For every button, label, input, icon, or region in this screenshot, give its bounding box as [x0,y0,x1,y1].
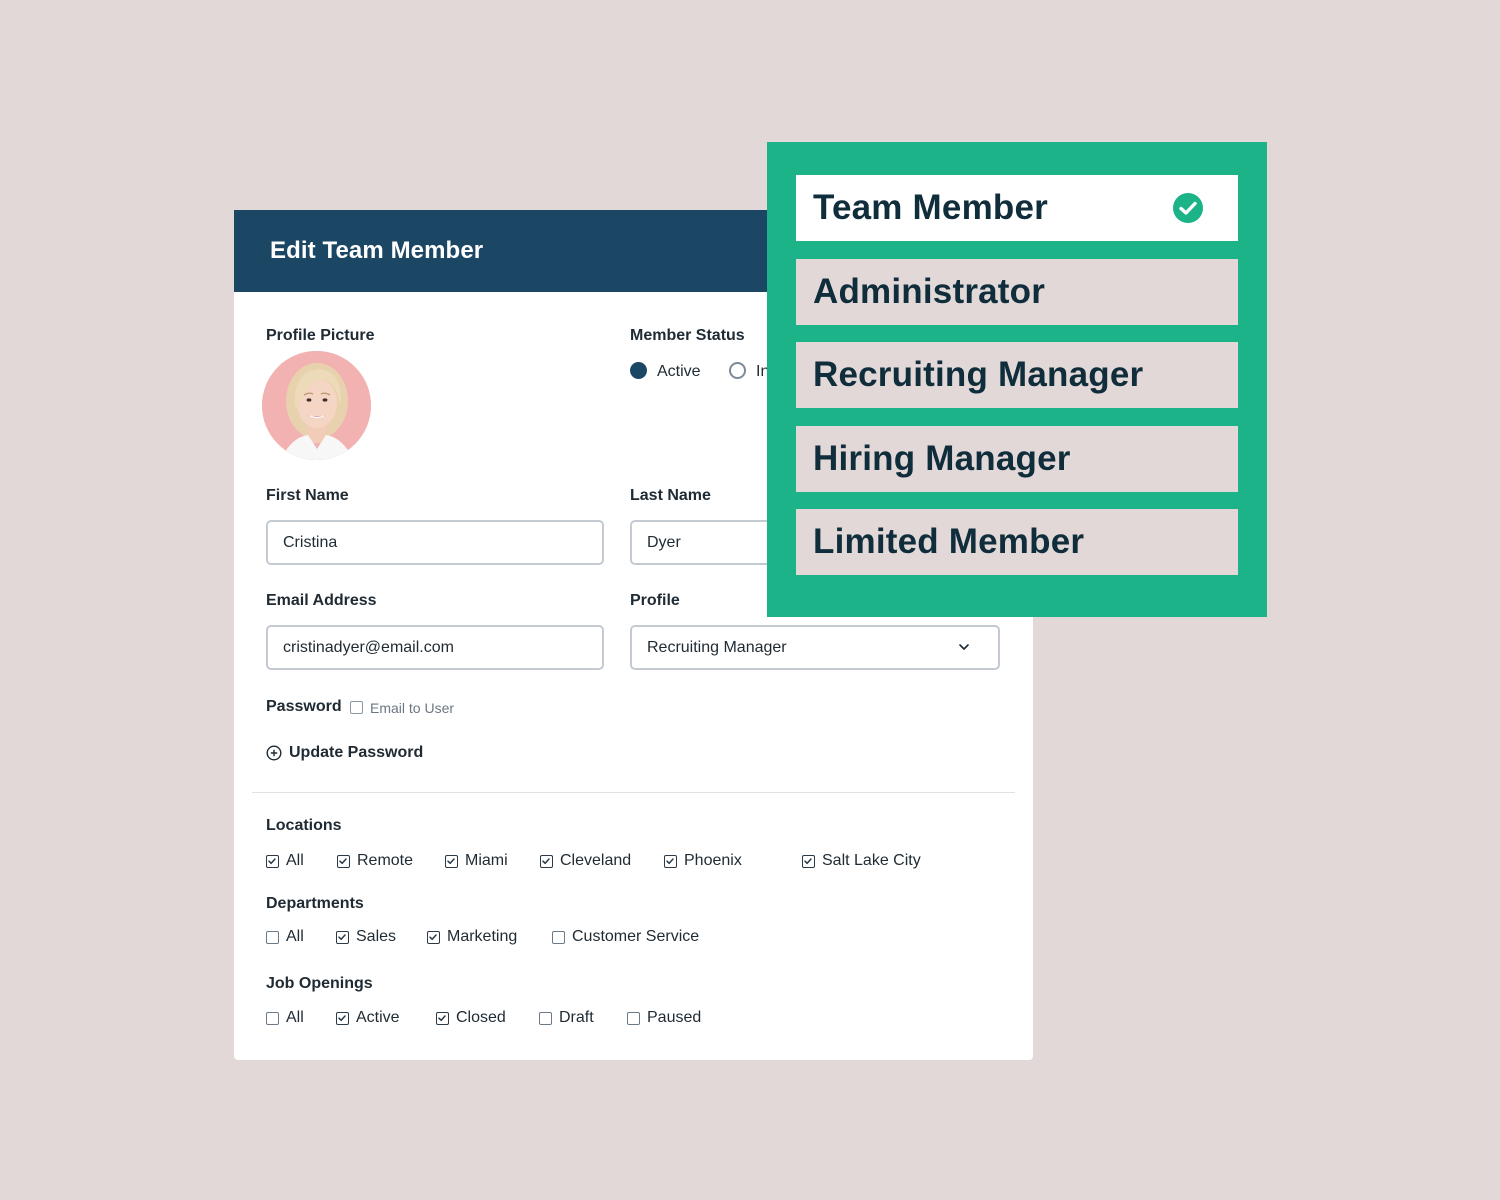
checkbox-active[interactable]: Active [336,1009,400,1027]
email-field[interactable]: cristinadyer@email.com [266,625,604,670]
checkbox-unchecked-icon[interactable] [266,1011,279,1025]
checkbox-unchecked-icon[interactable] [627,1011,640,1025]
checkbox-paused[interactable]: Paused [627,1009,701,1027]
checkbox-sales[interactable]: Sales [336,928,396,946]
checkbox-cleveland[interactable]: Cleveland [540,852,631,870]
avatar-portrait-icon [262,351,371,460]
profile-options-panel: Team Member Administrator Recruiting Man… [767,142,1267,617]
checkbox-checked-icon[interactable] [336,1011,349,1025]
profile-select[interactable]: Recruiting Manager [630,625,1000,670]
status-active-label: Active [657,363,701,380]
checkbox-label: Draft [559,1009,594,1026]
email-to-user-checkbox[interactable] [350,701,363,714]
profile-option-team-member[interactable]: Team Member [796,175,1238,241]
checkbox-checked-icon[interactable] [336,930,349,944]
checkbox-checked-icon[interactable] [436,1011,449,1025]
profile-option-hiring-manager[interactable]: Hiring Manager [796,426,1238,492]
locations-label: Locations [266,817,342,834]
checkbox-checked-icon[interactable] [664,854,677,868]
checkbox-checked-icon[interactable] [802,854,815,868]
profile-option-limited-member[interactable]: Limited Member [796,509,1238,575]
profile-select-value: Recruiting Manager [647,638,787,656]
chevron-down-icon [959,644,969,650]
password-label: Password [266,698,342,715]
checkbox-checked-icon[interactable] [445,854,458,868]
checkbox-phoenix[interactable]: Phoenix [664,852,742,870]
checkbox-label: Cleveland [560,852,632,869]
first-name-field[interactable]: Cristina [266,520,604,565]
checkbox-miami[interactable]: Miami [445,852,508,870]
checkbox-label: Active [356,1009,400,1026]
status-active-radio[interactable] [630,362,647,379]
checkbox-draft[interactable]: Draft [539,1009,594,1027]
profile-option-label: Recruiting Manager [813,355,1144,394]
update-password-label: Update Password [289,744,424,761]
checkbox-checked-icon[interactable] [337,854,350,868]
checkbox-label: All [286,928,304,945]
profile-option-recruiting-manager[interactable]: Recruiting Manager [796,342,1238,408]
checkbox-unchecked-icon[interactable] [539,1011,552,1025]
checkbox-label: Remote [357,852,414,869]
page-title: Edit Team Member [270,237,484,264]
checkbox-unchecked-icon[interactable] [266,930,279,944]
checkbox-checked-icon[interactable] [266,854,279,868]
profile-option-administrator[interactable]: Administrator [796,259,1238,325]
checkbox-closed[interactable]: Closed [436,1009,506,1027]
departments-label: Departments [266,895,364,912]
check-circle-icon [1173,193,1203,223]
checkbox-salt-lake-city[interactable]: Salt Lake City [802,852,921,870]
email-address-label: Email Address [266,592,377,609]
checkbox-remote[interactable]: Remote [337,852,413,870]
checkbox-label: Paused [647,1009,702,1026]
checkbox-label: Salt Lake City [822,852,921,869]
avatar[interactable] [262,351,371,460]
email-to-user-label: Email to User [370,700,455,716]
section-divider [252,792,1015,793]
checkbox-marketing[interactable]: Marketing [427,928,517,946]
profile-option-label: Limited Member [813,522,1085,561]
profile-option-label: Administrator [813,272,1046,311]
plus-circle-icon [266,745,282,761]
profile-picture-label: Profile Picture [266,327,375,344]
checkbox-label: All [286,852,304,869]
profile-option-label: Team Member [813,188,1048,227]
profile-option-label: Hiring Manager [813,439,1071,478]
last-name-label: Last Name [630,487,711,504]
member-status-label: Member Status [630,327,745,344]
checkbox-customer-service[interactable]: Customer Service [552,928,699,946]
update-password-button[interactable]: Update Password [266,744,423,762]
status-inactive-radio[interactable] [729,362,746,379]
checkbox-label: Phoenix [684,852,742,869]
checkbox-checked-icon[interactable] [427,930,440,944]
checkbox-checked-icon[interactable] [540,854,553,868]
first-name-label: First Name [266,487,349,504]
profile-label: Profile [630,592,680,609]
checkbox-unchecked-icon[interactable] [552,930,565,944]
checkbox-all[interactable]: All [266,852,304,870]
checkbox-label: Sales [356,928,397,945]
checkbox-label: Miami [465,852,508,869]
checkbox-label: Marketing [447,928,518,945]
checkbox-label: Customer Service [572,928,700,945]
checkbox-all[interactable]: All [266,1009,304,1027]
checkbox-label: All [286,1009,304,1026]
checkbox-all[interactable]: All [266,928,304,946]
job-openings-label: Job Openings [266,975,373,992]
checkbox-label: Closed [456,1009,506,1026]
